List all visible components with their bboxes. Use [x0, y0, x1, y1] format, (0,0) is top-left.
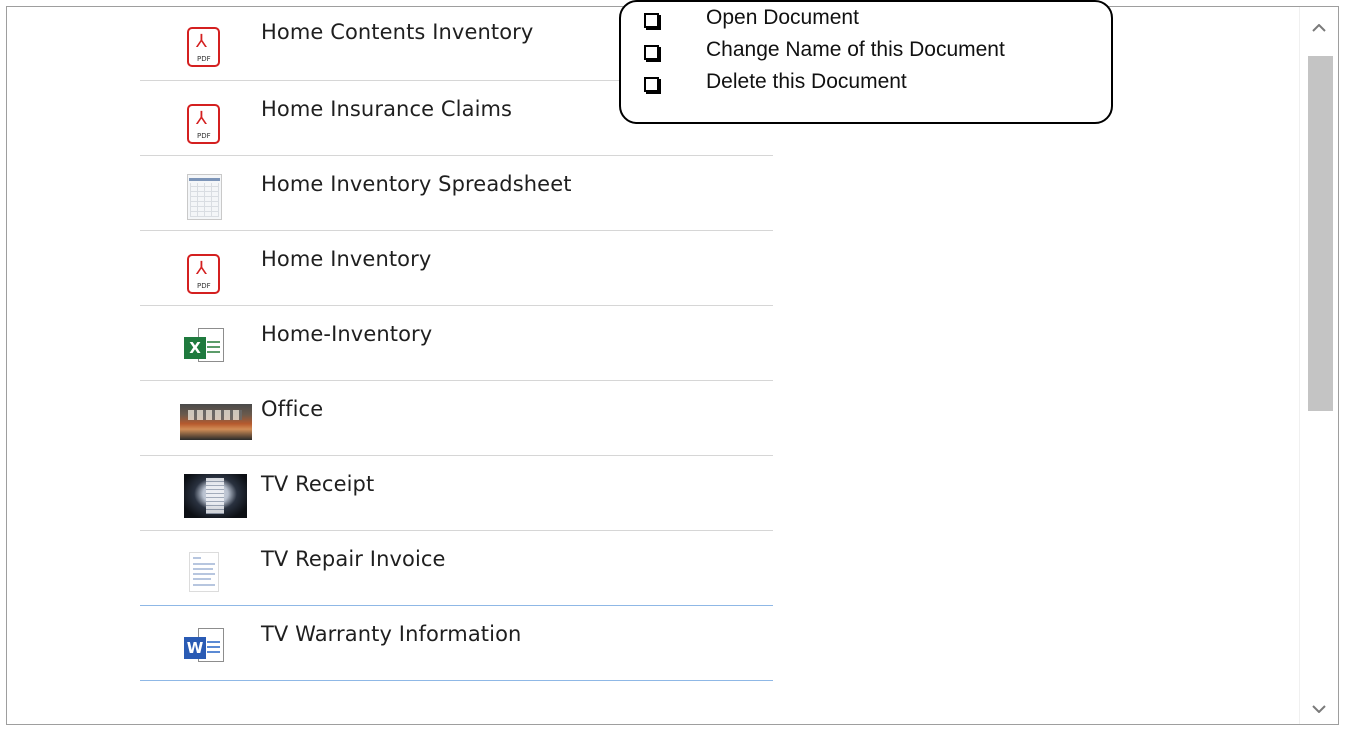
list-item[interactable]: TV Receipt — [140, 456, 773, 531]
document-context-menu: Open Document Change Name of this Docume… — [619, 0, 1113, 124]
document-name: Office — [261, 397, 324, 421]
word-icon: W — [180, 628, 234, 668]
scroll-up-arrow-icon[interactable] — [1300, 15, 1338, 43]
scroll-down-arrow-icon[interactable] — [1300, 696, 1338, 724]
checkbox-icon[interactable] — [644, 45, 659, 60]
list-item[interactable]: Office — [140, 381, 773, 456]
document-name: Home Inventory — [261, 247, 432, 271]
document-name: Home Inventory Spreadsheet — [261, 172, 572, 196]
receipt-photo-thumbnail — [180, 474, 247, 518]
document-name: TV Warranty Information — [261, 622, 522, 646]
list-item[interactable]: X Home-Inventory — [140, 306, 773, 381]
invoice-thumbnail-icon — [180, 552, 234, 593]
list-item[interactable]: Home Inventory Spreadsheet — [140, 156, 773, 231]
list-item[interactable]: ⅄ PDF Home Inventory — [140, 231, 773, 306]
document-name: TV Receipt — [261, 472, 375, 496]
pdf-icon: ⅄ PDF — [180, 27, 234, 67]
excel-icon: X — [180, 328, 234, 368]
vertical-scrollbar[interactable] — [1299, 7, 1338, 724]
office-photo-thumbnail — [180, 404, 252, 443]
list-item[interactable]: W TV Warranty Information — [140, 606, 773, 681]
checkbox-icon[interactable] — [644, 13, 659, 28]
pdf-icon: ⅄ PDF — [180, 254, 234, 294]
list-item[interactable]: TV Repair Invoice — [140, 531, 773, 606]
document-name: Home Insurance Claims — [261, 97, 513, 121]
pdf-icon: ⅄ PDF — [180, 104, 234, 144]
checkbox-icon[interactable] — [644, 77, 659, 92]
scroll-thumb[interactable] — [1308, 56, 1333, 411]
document-name: Home Contents Inventory — [261, 20, 534, 44]
document-name: Home-Inventory — [261, 322, 433, 346]
spreadsheet-thumbnail-icon — [180, 174, 234, 220]
document-name: TV Repair Invoice — [261, 547, 446, 571]
